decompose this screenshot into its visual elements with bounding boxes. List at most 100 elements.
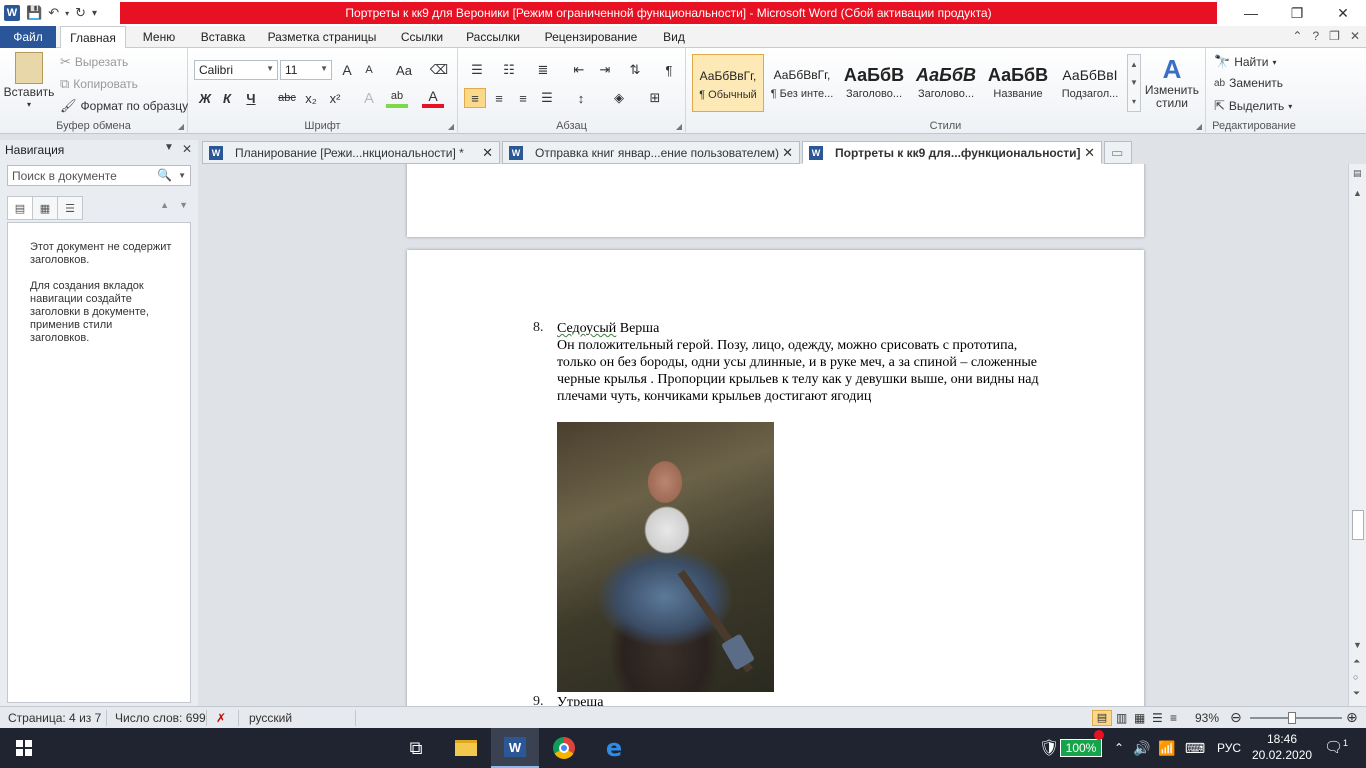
web-layout-icon[interactable]: ▦	[1134, 711, 1145, 725]
undo-dropdown-icon[interactable]: ▾	[65, 9, 69, 18]
change-styles-button[interactable]: A Изменить стили	[1144, 54, 1200, 110]
underline-button[interactable]: Ч	[240, 88, 262, 108]
zoom-slider-knob[interactable]	[1288, 712, 1296, 724]
zoom-out-icon[interactable]: ⊖	[1230, 709, 1242, 726]
paragraph-launcher-icon[interactable]: ◢	[676, 122, 682, 131]
input-language[interactable]: РУС	[1212, 728, 1246, 768]
page-counter[interactable]: Страница: 4 из 7	[8, 711, 101, 725]
pane-options-icon[interactable]: ▼	[164, 142, 174, 156]
ruler-toggle-icon[interactable]: ▤	[1353, 168, 1362, 179]
replace-button[interactable]: ab Заменить	[1214, 76, 1283, 90]
align-right-button[interactable]: ≡	[512, 88, 534, 108]
previous-page-icon[interactable]: ⏶	[1353, 656, 1360, 667]
close-icon[interactable]: ✕	[1084, 145, 1095, 161]
chevron-down-icon[interactable]: ▼	[178, 171, 186, 180]
close-icon[interactable]: ✕	[1320, 0, 1366, 26]
character-photo[interactable]	[557, 422, 774, 692]
text-effects-button[interactable]: A	[358, 88, 380, 108]
proofing-icon[interactable]: ✗	[216, 711, 226, 725]
taskbar-word[interactable]: W	[491, 728, 539, 768]
paste-button[interactable]: Вставить ▾	[4, 52, 54, 109]
tab-insert[interactable]: Вставка	[192, 26, 254, 48]
font-size-combo[interactable]: 11 ▼	[280, 60, 332, 80]
full-screen-reading-icon[interactable]: ▥	[1116, 711, 1127, 725]
help-icon[interactable]: ?	[1312, 29, 1319, 43]
style-subtitle[interactable]: АаБбВвI Подзагол...	[1054, 54, 1126, 112]
superscript-button[interactable]: x²	[324, 88, 346, 108]
numbering-button[interactable]: ☷	[498, 60, 520, 80]
scroll-up-icon[interactable]: ▲	[1353, 188, 1362, 198]
close-icon[interactable]: ✕	[482, 145, 493, 161]
format-painter-button[interactable]: 🖌 Формат по образцу	[60, 98, 188, 114]
style-heading-1[interactable]: АаБбВ Заголово...	[838, 54, 910, 112]
volume-icon[interactable]: 🔊	[1132, 728, 1152, 768]
chevron-up-icon[interactable]: ▲	[1130, 60, 1138, 69]
draft-view-icon[interactable]: ≡	[1170, 711, 1177, 725]
tab-page-layout[interactable]: Разметка страницы	[262, 26, 382, 48]
search-icon[interactable]: 🔍	[157, 168, 172, 182]
clear-formatting-button[interactable]: ⌫	[428, 60, 450, 80]
doc-restore-icon[interactable]: ❐	[1329, 29, 1340, 43]
grow-font-button[interactable]: A	[336, 60, 358, 80]
find-button[interactable]: 🔭 Найти ▾	[1214, 54, 1276, 70]
results-view-icon[interactable]: ☰	[57, 196, 83, 220]
restore-icon[interactable]: ❐	[1274, 0, 1320, 26]
tab-review[interactable]: Рецензирование	[538, 26, 644, 48]
zoom-in-icon[interactable]: ⊕	[1346, 709, 1358, 726]
cut-button[interactable]: ✂ Вырезать	[60, 54, 128, 70]
task-view-button[interactable]: ⧉	[392, 728, 440, 768]
taskbar-edge[interactable]: e	[590, 728, 638, 768]
browse-object-icon[interactable]: ○	[1353, 672, 1358, 682]
vertical-scrollbar[interactable]: ▤ ▲ ▼ ⏶ ○ ⏷	[1348, 164, 1366, 706]
taskbar-explorer[interactable]	[442, 728, 490, 768]
doc-tab-books[interactable]: W Отправка книг январ...ение пользовател…	[502, 141, 800, 164]
wifi-icon[interactable]: 📶	[1156, 728, 1178, 768]
close-icon[interactable]: ✕	[782, 145, 793, 161]
new-doc-tab[interactable]: ▭	[1104, 141, 1132, 164]
zoom-slider-track[interactable]	[1250, 717, 1342, 719]
font-name-combo[interactable]: Calibri ▼	[194, 60, 278, 80]
style-normal[interactable]: АаБбВвГг, ¶ Обычный	[692, 54, 764, 112]
subscript-button[interactable]: x₂	[300, 88, 322, 108]
doc-close-icon[interactable]: ✕	[1350, 29, 1360, 43]
borders-button[interactable]: ⊞	[644, 88, 666, 108]
next-page-icon[interactable]: ⏷	[1353, 688, 1360, 699]
navigation-search-input[interactable]: Поиск в документе 🔍 ▼	[7, 165, 191, 186]
defender-icon[interactable]: 🛡	[1039, 728, 1059, 768]
word-app-icon[interactable]: W	[4, 5, 20, 21]
undo-icon[interactable]: ↶	[48, 5, 59, 21]
minimize-icon[interactable]: —	[1228, 0, 1274, 26]
styles-gallery-scroll[interactable]: ▲ ▼ ▾	[1127, 54, 1141, 112]
font-color-button[interactable]: A	[422, 88, 444, 108]
sort-button[interactable]: ⇅	[624, 60, 646, 80]
change-case-button[interactable]: Aa	[390, 60, 418, 80]
shading-button[interactable]: ◈	[608, 88, 630, 108]
shrink-font-button[interactable]: A	[358, 60, 380, 80]
align-left-button[interactable]: ≡	[464, 88, 486, 108]
copy-button[interactable]: ⧉ Копировать	[60, 76, 138, 92]
language-indicator[interactable]: русский	[249, 711, 292, 725]
close-pane-icon[interactable]: ✕	[182, 142, 192, 156]
show-marks-button[interactable]: ¶	[658, 60, 680, 80]
next-heading-icon[interactable]: ▼	[179, 200, 188, 210]
styles-launcher-icon[interactable]: ◢	[1196, 122, 1202, 131]
customize-qat-icon[interactable]: ▾	[92, 8, 97, 19]
increase-indent-button[interactable]: ⇥	[594, 60, 616, 80]
justify-button[interactable]: ☰	[536, 88, 558, 108]
font-launcher-icon[interactable]: ◢	[448, 122, 454, 131]
bold-button[interactable]: Ж	[194, 88, 216, 108]
print-layout-icon[interactable]: ▤	[1092, 710, 1112, 726]
doc-tab-planning[interactable]: W Планирование [Режи...нкциональности] *…	[202, 141, 500, 164]
document-area[interactable]: 8. Седоусый Верша Он положительный герой…	[200, 164, 1348, 706]
tab-mailings[interactable]: Рассылки	[460, 26, 526, 48]
ribbon-collapse-icon[interactable]: ⌃	[1292, 29, 1302, 43]
redo-icon[interactable]: ↻	[75, 5, 86, 21]
select-button[interactable]: ⇱ Выделить ▾	[1214, 98, 1292, 114]
keyboard-icon[interactable]: ⌨	[1182, 728, 1208, 768]
multilevel-list-button[interactable]: ≣	[532, 60, 554, 80]
start-button[interactable]	[0, 728, 48, 768]
tab-home[interactable]: Главная	[60, 26, 126, 49]
align-center-button[interactable]: ≡	[488, 88, 510, 108]
style-no-spacing[interactable]: АаБбВвГг, ¶ Без инте...	[766, 54, 838, 112]
decrease-indent-button[interactable]: ⇤	[568, 60, 590, 80]
